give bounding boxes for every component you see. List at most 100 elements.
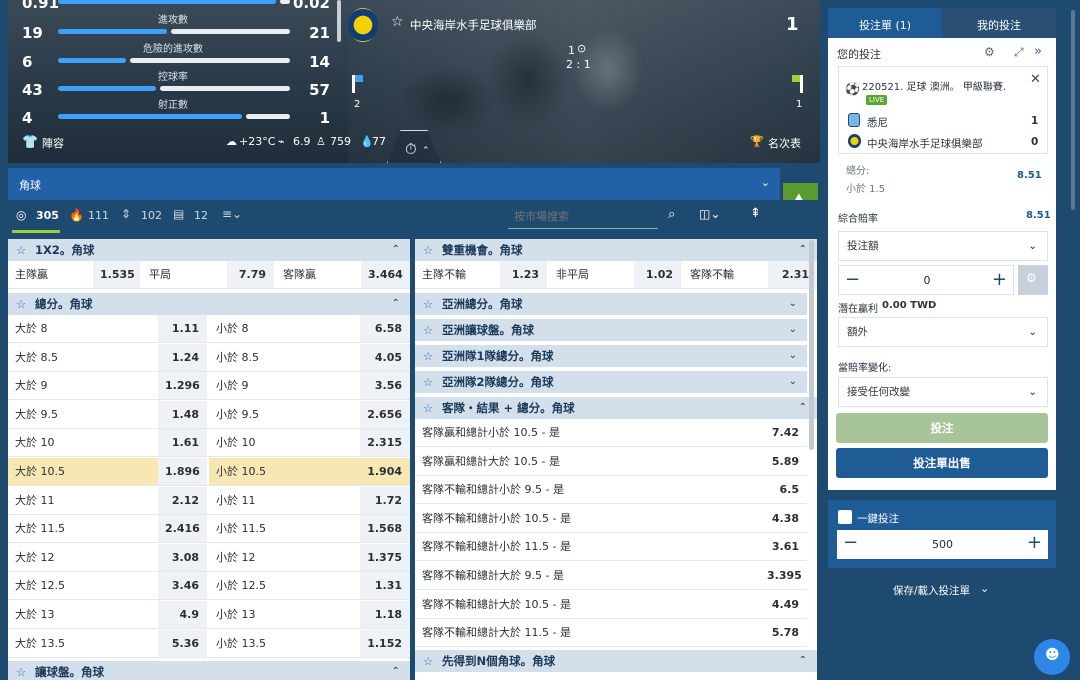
favorite-star-icon[interactable]: ☆ <box>423 239 433 261</box>
stake-value[interactable]: 0 <box>839 274 1015 287</box>
combo-odd[interactable]: 5.78 <box>760 619 807 647</box>
markets-scrollbar[interactable] <box>809 240 814 450</box>
over-odd[interactable]: 2.12 <box>158 486 207 514</box>
over-odd[interactable]: 3.46 <box>158 572 207 600</box>
under-odd[interactable]: 2.315 <box>360 429 410 457</box>
support-chat-button[interactable]: ☻ <box>1034 639 1070 675</box>
market-header-collapsed[interactable]: ☆ 亞洲隊2隊總分。角球 ⌄ <box>415 371 807 393</box>
combo-odd[interactable]: 6.5 <box>760 476 807 504</box>
market-header-1x2[interactable]: ☆ 1X2。角球 ⌃ <box>8 239 410 261</box>
tab-all-count[interactable]: 305 <box>36 209 59 222</box>
over-label: 大於 13 <box>15 608 55 621</box>
under-odd[interactable]: 1.152 <box>360 629 410 657</box>
plus-icon[interactable]: + <box>992 269 1007 290</box>
combo-odd[interactable]: 3.395 <box>760 562 807 589</box>
favorite-star-icon[interactable]: ☆ <box>16 661 26 680</box>
market-header-handicap[interactable]: ☆ 讓球盤。角球 ⌃ <box>8 661 410 680</box>
over-odd[interactable]: 1.48 <box>158 400 207 428</box>
under-odd[interactable]: 1.18 <box>360 601 410 628</box>
odds-change-dropdown[interactable]: 接受任何改變 ⌄ <box>838 377 1048 407</box>
market-header-collapsed[interactable]: ☆ 亞洲總分。角球 ⌄ <box>415 293 807 315</box>
odd-home-or-draw[interactable]: 1.23 <box>500 261 547 288</box>
save-load-link[interactable]: 保存/載入投注單 <box>893 583 970 598</box>
combo-odd[interactable]: 5.89 <box>760 447 807 475</box>
over-label: 大於 12.5 <box>15 579 65 593</box>
tab-sort-count[interactable]: 102 <box>141 209 162 222</box>
market-header-collapsed[interactable]: ☆ 亞洲讓球盤。角球 ⌄ <box>415 319 807 341</box>
lineup-link[interactable]: 陣容 <box>42 135 64 151</box>
list-menu-icon[interactable]: ≡⌄ <box>222 207 242 221</box>
tab-bars-count[interactable]: 12 <box>194 209 208 222</box>
odd-draw[interactable]: 7.79 <box>227 261 274 288</box>
category-dropdown[interactable]: 角球 ⌄ <box>8 168 780 200</box>
favorite-star-icon[interactable]: ☆ <box>423 319 433 341</box>
under-odd[interactable]: 6.58 <box>360 315 410 342</box>
bars-icon[interactable]: ▤ <box>173 207 184 221</box>
tab-popular-count[interactable]: 111 <box>88 209 109 222</box>
over-odd[interactable]: 1.896 <box>158 458 207 485</box>
favorite-star-icon[interactable]: ☆ <box>423 345 433 367</box>
combo-odd[interactable]: 7.42 <box>760 419 807 446</box>
one-click-stepper: − 500 + <box>837 530 1048 559</box>
extra-dropdown[interactable]: 額外 ⌄ <box>838 317 1048 347</box>
stake-settings-button[interactable]: ⚙ <box>1018 265 1048 295</box>
favorite-star-icon[interactable]: ☆ <box>423 371 433 393</box>
over-odd[interactable]: 1.296 <box>158 372 207 400</box>
under-odd[interactable]: 3.56 <box>360 372 410 400</box>
market-header-total[interactable]: ☆ 總分。角球 ⌃ <box>8 293 410 315</box>
under-odd[interactable]: 1.72 <box>360 486 410 514</box>
page-scrollbar[interactable] <box>1071 10 1075 210</box>
over-odd[interactable]: 1.24 <box>158 343 207 371</box>
tab-bet-slip[interactable]: 投注單 (1) <box>828 8 942 38</box>
under-odd[interactable]: 1.904 <box>360 458 410 485</box>
all-markets-icon[interactable]: ◎ <box>16 208 26 222</box>
favorite-star-icon[interactable]: ☆ <box>423 397 433 419</box>
expand-icon[interactable]: ⤢ <box>1014 45 1024 60</box>
team2-name: 中央海岸水手足球俱樂部 <box>867 138 983 150</box>
collapse-all-icon[interactable]: ⇞ <box>750 206 761 221</box>
favorite-star-icon[interactable]: ☆ <box>423 293 433 315</box>
plus-icon[interactable]: + <box>1027 532 1042 553</box>
standings-link[interactable]: 名次表 <box>768 135 801 151</box>
combo-odd[interactable]: 4.38 <box>760 504 807 532</box>
combo-odd[interactable]: 3.61 <box>760 533 807 561</box>
under-odd[interactable]: 2.656 <box>360 400 410 428</box>
over-odd[interactable]: 2.416 <box>158 515 207 543</box>
over-odd[interactable]: 1.61 <box>158 429 207 457</box>
under-odd[interactable]: 1.568 <box>360 515 410 543</box>
market-header-combo[interactable]: ☆ 客隊・結果 + 總分。角球 ⌃ <box>415 397 817 419</box>
over-odd[interactable]: 3.08 <box>158 543 207 571</box>
hero-scrollbar[interactable] <box>337 0 341 42</box>
combo-odd[interactable]: 4.49 <box>760 590 807 618</box>
favorite-star-icon[interactable]: ☆ <box>16 239 26 261</box>
favorite-star-icon[interactable]: ☆ <box>423 650 433 672</box>
under-odd[interactable]: 1.31 <box>360 572 410 600</box>
market-header-first-n[interactable]: ☆ 先得到N個角球。角球 ⌃ <box>415 650 817 672</box>
stake-dropdown[interactable]: 投注額 ⌄ <box>838 231 1048 261</box>
layout-toggle-icon[interactable]: ◫⌄ <box>699 207 720 221</box>
market-header-double-chance[interactable]: ☆ 雙重機會。角球 ⌃ <box>415 239 817 261</box>
over-odd[interactable]: 5.36 <box>158 629 207 657</box>
collapse-slip-icon[interactable]: » <box>1034 44 1042 59</box>
settings-icon[interactable]: ⚙ <box>984 45 995 59</box>
odd-away[interactable]: 3.464 <box>361 261 410 288</box>
over-odd[interactable]: 1.11 <box>158 315 207 342</box>
under-odd[interactable]: 1.375 <box>360 543 410 571</box>
popular-icon[interactable]: 🔥 <box>69 208 84 222</box>
place-bet-button[interactable]: 投注 <box>836 413 1048 443</box>
close-icon[interactable]: ✕ <box>1030 72 1041 87</box>
odd-no-draw[interactable]: 1.02 <box>634 261 681 288</box>
one-click-value[interactable]: 500 <box>837 538 1048 551</box>
tab-my-bets[interactable]: 我的投注 <box>942 8 1056 38</box>
under-odd[interactable]: 4.05 <box>360 343 410 371</box>
over-odd[interactable]: 4.9 <box>158 601 207 628</box>
favorite-star-icon[interactable]: ☆ <box>16 293 26 315</box>
market-search-input[interactable] <box>508 205 658 229</box>
odd-home[interactable]: 1.535 <box>93 261 140 288</box>
sort-icon[interactable]: ⇕ <box>121 207 131 221</box>
sell-slip-button[interactable]: 投注單出售 <box>836 448 1048 478</box>
search-icon[interactable]: ⌕ <box>668 207 675 222</box>
one-click-checkbox[interactable] <box>838 510 852 524</box>
market-header-collapsed[interactable]: ☆ 亞洲隊1隊總分。角球 ⌄ <box>415 345 807 367</box>
favorite-star-icon[interactable]: ☆ <box>391 14 404 30</box>
